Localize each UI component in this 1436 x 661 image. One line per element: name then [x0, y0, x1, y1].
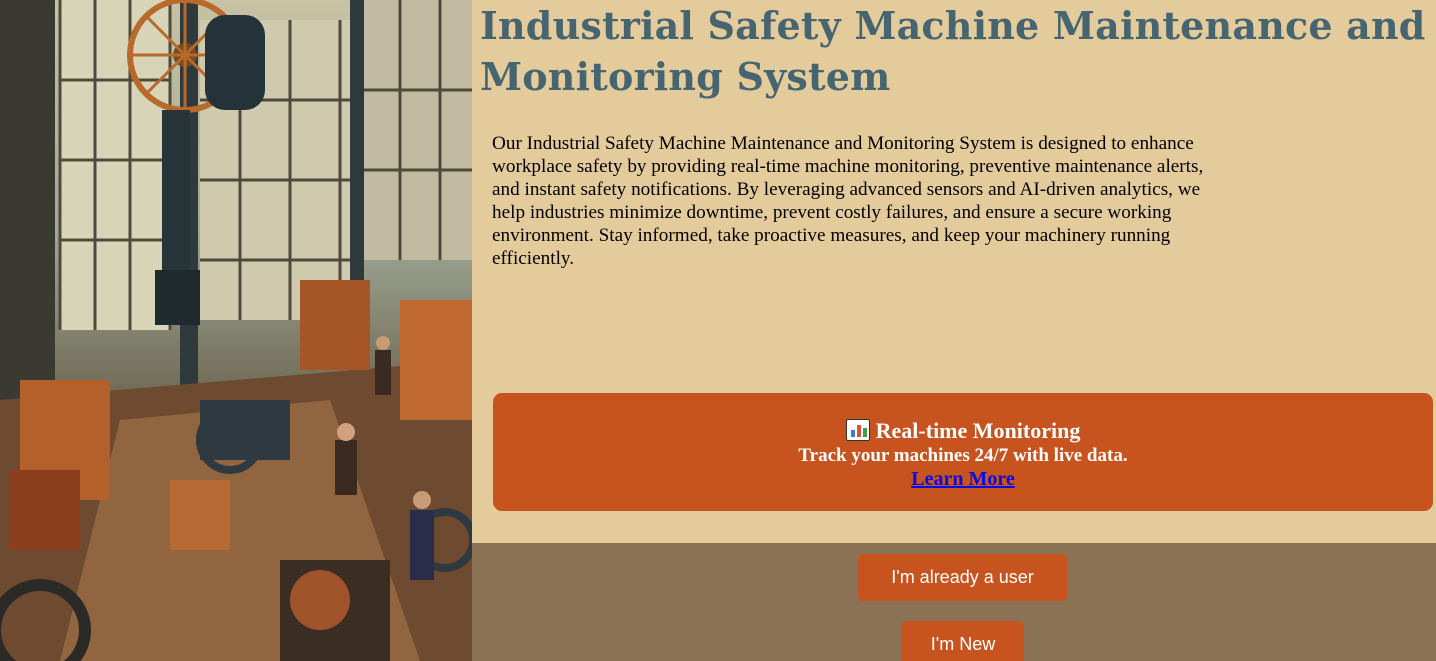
learn-more-link[interactable]: Learn More — [911, 468, 1015, 490]
existing-user-button[interactable]: I'm already a user — [858, 554, 1067, 601]
feature-title: Real-time Monitoring — [493, 418, 1433, 444]
new-user-button[interactable]: I'm New — [902, 621, 1024, 661]
page-title: Industrial Safety Machine Maintenance an… — [480, 3, 1426, 99]
main-content: Industrial Safety Machine Maintenance an… — [472, 0, 1436, 661]
factory-illustration — [0, 0, 472, 661]
factory-illustration-art — [0, 0, 472, 661]
feature-subtitle: Track your machines 24/7 with live data. — [798, 445, 1128, 466]
intro-paragraph: Our Industrial Safety Machine Maintenanc… — [492, 133, 1204, 269]
auth-section: I'm already a user I'm New — [472, 543, 1436, 661]
feature-link-wrap: Learn More — [493, 468, 1433, 490]
feature-card-realtime-monitoring: Real-time Monitoring Track your machines… — [493, 393, 1433, 511]
bar-chart-icon — [845, 419, 870, 441]
feature-title-text: Real-time Monitoring — [875, 418, 1081, 443]
